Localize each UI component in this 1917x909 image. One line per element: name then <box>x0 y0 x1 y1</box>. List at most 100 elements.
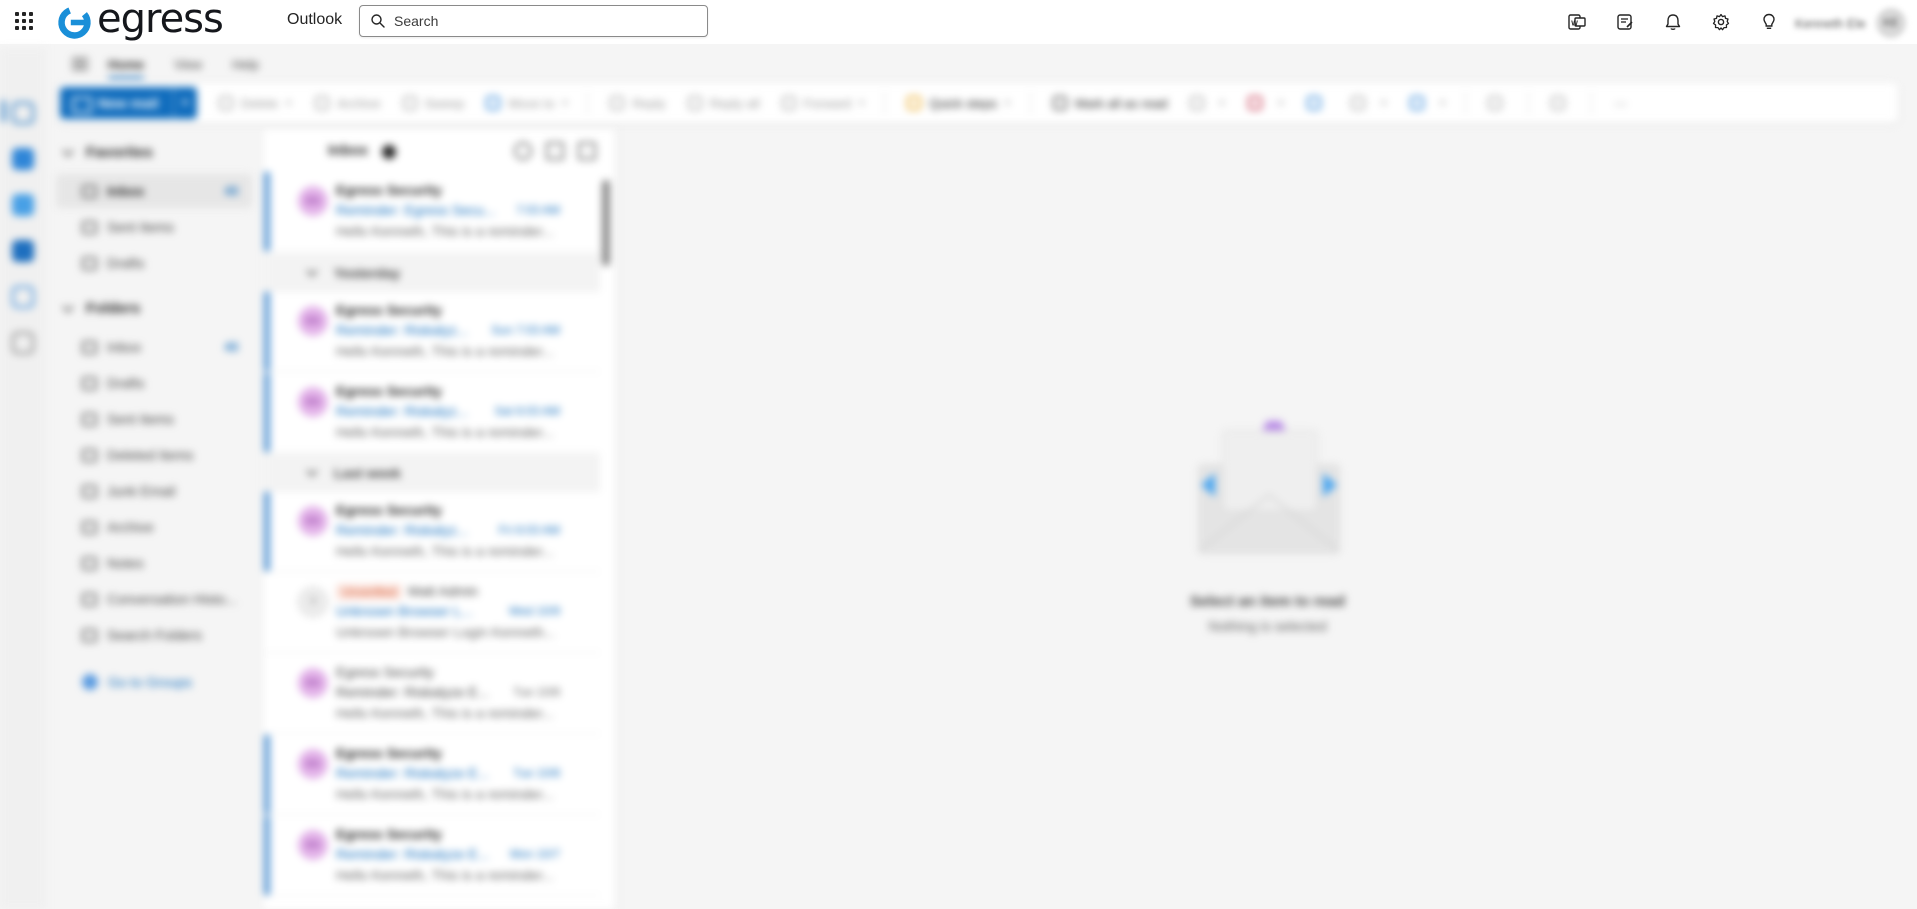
reply-button[interactable]: Reply <box>610 96 666 111</box>
sweep-button[interactable]: Sweep <box>402 96 464 111</box>
mark-all-read-label: Mark all as read <box>1075 95 1168 111</box>
tab-help[interactable]: Help <box>232 53 259 76</box>
message-subject: Reminder: Riskalyz... <box>336 403 469 419</box>
folder-label: Search Folders <box>107 627 202 643</box>
search-folder-icon <box>82 628 97 642</box>
quick-steps-button[interactable]: Quick steps ▼ <box>907 96 1012 111</box>
send-icon <box>82 412 97 426</box>
undo-button[interactable] <box>1551 96 1573 110</box>
folders-header[interactable]: Folders <box>62 300 140 317</box>
favorite-item-inbox[interactable]: Inbox 43 <box>56 174 252 208</box>
mail-icon[interactable] <box>12 102 34 124</box>
sender-name: Egress Security <box>336 182 442 198</box>
forward-icon <box>781 96 796 110</box>
apps-icon[interactable] <box>12 332 34 354</box>
envelope-illustration <box>1198 421 1340 554</box>
archive-button[interactable]: Archive <box>315 96 381 111</box>
folder-item-junk[interactable]: Junk Email <box>56 474 252 508</box>
word-icon[interactable]: W <box>1553 8 1601 36</box>
bell-icon[interactable] <box>1649 8 1697 36</box>
tab-view[interactable]: View <box>174 53 202 76</box>
folder-item-deleted[interactable]: Deleted Items <box>56 438 252 472</box>
message-item[interactable]: ? Unverified Matt Admin Unknown Browser L… <box>264 573 600 653</box>
message-sender: Egress Security <box>336 182 442 198</box>
rules-button[interactable]: ▼ <box>1410 96 1447 110</box>
avatar: ES <box>298 830 328 860</box>
message-list: Inbox ES Egress Security Reminder: Egres… <box>264 130 616 909</box>
folder-item-sent[interactable]: Sent Items <box>56 402 252 436</box>
empty-state-title: Select an item to read <box>1189 593 1346 610</box>
quick-steps-label: Quick steps <box>929 95 998 111</box>
teams-icon[interactable] <box>12 240 34 262</box>
folder-item-notes[interactable]: Notes <box>56 546 252 580</box>
scrollbar[interactable] <box>602 180 610 266</box>
message-subject: Reminder: Egress Secu... <box>336 202 496 218</box>
favorite-item-drafts[interactable]: Drafts <box>56 246 252 280</box>
search-box[interactable] <box>359 5 708 37</box>
filter-icon[interactable] <box>546 142 564 160</box>
account-manager[interactable]: Kenneth Ele KE <box>1795 8 1906 38</box>
chevron-down-icon <box>62 300 74 313</box>
new-mail-button[interactable]: New mail ▼ <box>60 87 197 119</box>
tag-button[interactable]: ▼ <box>1189 96 1226 110</box>
reply-icon <box>610 96 625 110</box>
move-to-button[interactable]: Move to ▼ <box>486 96 569 111</box>
folder-item-search-folders[interactable]: Search Folders <box>56 618 252 652</box>
message-item[interactable]: ES Egress Security Reminder: Riskalyz...… <box>264 373 600 453</box>
delete-button[interactable]: Delete ▼ <box>218 95 293 111</box>
todo-icon[interactable] <box>12 286 34 308</box>
snooze-button[interactable]: ▼ <box>1351 96 1388 110</box>
pin-icon <box>1307 96 1322 110</box>
sweep-icon <box>402 96 417 110</box>
chevron-down-icon[interactable]: ▼ <box>172 87 197 119</box>
print-button[interactable] <box>1488 96 1510 110</box>
reply-all-button[interactable]: Reply all <box>687 96 760 111</box>
folder-item-drafts[interactable]: Drafts <box>56 366 252 400</box>
unread-count: 43 <box>224 340 238 354</box>
favorites-header[interactable]: Favorites <box>62 144 153 161</box>
calendar-icon[interactable] <box>12 148 34 170</box>
message-item[interactable]: ES Egress Security Reminder: Riskalyze E… <box>264 654 600 734</box>
more-options-button[interactable]: ··· <box>1614 96 1627 111</box>
go-to-groups-link[interactable]: Go to Groups <box>82 674 192 690</box>
brand-logo[interactable]: egress <box>56 0 224 44</box>
hamburger-icon[interactable] <box>72 58 88 70</box>
message-item[interactable]: ES Egress Security Reminder: Egress Secu… <box>264 172 600 252</box>
folder-move-icon <box>486 96 501 110</box>
avatar: ? <box>298 587 328 617</box>
pin-button[interactable] <box>1307 96 1329 110</box>
folder-item-inbox[interactable]: Inbox 43 <box>56 330 252 364</box>
message-list-header: Inbox <box>264 130 616 172</box>
favorite-star-icon[interactable] <box>382 145 396 159</box>
message-preview: Hello Kenneth, This is a reminder... <box>336 543 554 559</box>
forward-button[interactable]: Forward ▼ <box>781 96 866 111</box>
notes-icon <box>82 556 97 570</box>
message-time: Mon 10/7 <box>509 847 560 861</box>
folder-item-archive[interactable]: Archive <box>56 510 252 544</box>
app-launcher-icon[interactable] <box>12 10 34 32</box>
message-item[interactable]: ES Egress Security Reminder: Riskalyze E… <box>264 735 600 815</box>
message-preview: Hello Kenneth, This is a reminder... <box>336 223 554 239</box>
sort-icon[interactable] <box>578 142 596 160</box>
settings-icon[interactable] <box>1697 8 1745 36</box>
message-sender: Egress Security <box>336 664 434 680</box>
mark-all-read-button[interactable]: Mark all as read <box>1053 95 1168 111</box>
message-item[interactable]: ES Egress Security Reminder: Riskalyz...… <box>264 492 600 572</box>
folder-item-conversation-history[interactable]: Conversation Histo... <box>56 582 252 616</box>
delete-label: Delete <box>240 95 279 111</box>
lightbulb-icon[interactable] <box>1745 8 1793 36</box>
tab-home[interactable]: Home <box>108 53 145 80</box>
message-item[interactable]: ES Egress Security Reminder: Riskalyz...… <box>264 292 600 372</box>
sender-name: Egress Security <box>336 664 435 680</box>
notes-icon[interactable] <box>1601 8 1649 36</box>
people-icon[interactable] <box>12 194 34 216</box>
search-input[interactable] <box>394 13 694 29</box>
favorite-item-sent[interactable]: Sent Items <box>56 210 252 244</box>
group-header-last-week[interactable]: Last week <box>264 454 600 492</box>
flag-button[interactable]: ▼ <box>1248 96 1285 110</box>
ribbon-toolbar: New mail ▼ Delete ▼ Archive Sweep Move to… <box>58 83 1898 123</box>
group-header-yesterday[interactable]: Yesterday <box>264 254 600 292</box>
message-item[interactable]: ES Egress Security Reminder: Riskalyze E… <box>264 816 600 896</box>
app-rail <box>0 48 46 909</box>
select-icon[interactable] <box>514 142 532 160</box>
